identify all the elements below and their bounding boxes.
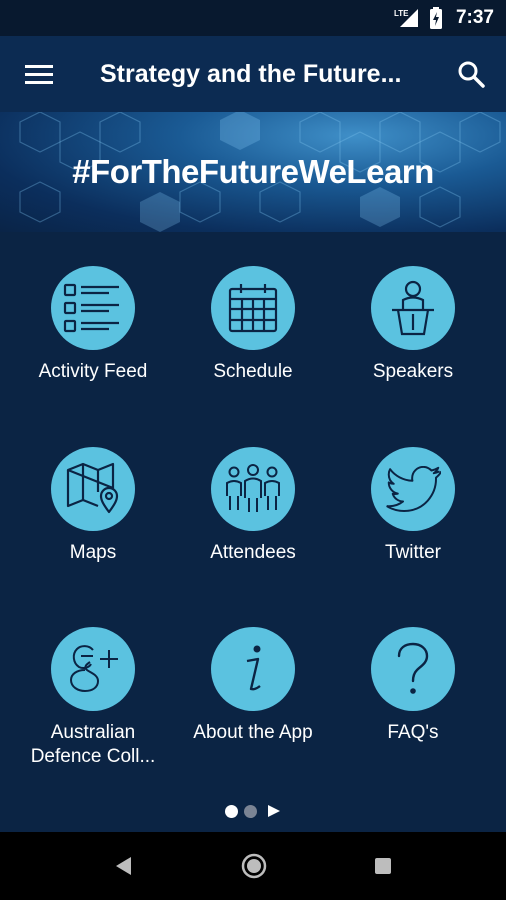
status-bar: LTE 7:37 (0, 0, 506, 36)
tile-label: Attendees (210, 542, 296, 563)
tile-about-the-app[interactable]: About the App (173, 627, 333, 797)
hamburger-menu-icon (25, 65, 53, 84)
calendar-icon (228, 284, 278, 333)
page-indicator (0, 800, 506, 822)
tile-circle (211, 627, 295, 711)
tile-schedule[interactable]: Schedule (173, 266, 333, 436)
tile-twitter[interactable]: Twitter (333, 447, 493, 617)
tile-google-plus[interactable]: Australian Defence Coll... (13, 627, 173, 797)
system-navigation-bar (0, 832, 506, 900)
tile-circle (51, 266, 135, 350)
lte-signal-icon: LTE (394, 9, 418, 27)
page-dot-active[interactable] (225, 804, 238, 818)
tile-speakers[interactable]: Speakers (333, 266, 493, 436)
google-plus-icon (69, 645, 118, 693)
tile-circle (211, 266, 295, 350)
tile-attendees[interactable]: Attendees (173, 447, 333, 617)
tile-label: About the App (193, 722, 313, 743)
attendees-icon (226, 464, 280, 512)
banner-hashtag: #ForTheFutureWeLearn (72, 153, 434, 190)
recent-apps-icon[interactable] (373, 856, 393, 876)
page-title: Strategy and the Future... (100, 59, 402, 88)
info-icon (246, 645, 261, 691)
tile-label: Activity Feed (38, 361, 148, 382)
battery-charging-icon (429, 7, 442, 29)
tile-faqs[interactable]: FAQ's (333, 627, 493, 797)
home-icon[interactable] (240, 852, 268, 880)
tile-activity-feed[interactable]: Activity Feed (13, 266, 173, 436)
search-icon (458, 61, 485, 88)
app-bar: Strategy and the Future... (0, 36, 506, 112)
tile-label: Schedule (213, 361, 293, 382)
menu-button[interactable] (0, 36, 78, 112)
tile-label: Australian Defence Coll... (30, 722, 156, 767)
map-icon (66, 462, 119, 514)
question-mark-icon (397, 642, 429, 694)
speaker-podium-icon (392, 280, 434, 336)
back-icon[interactable] (113, 855, 135, 877)
page-dot[interactable] (244, 804, 257, 818)
tile-circle (51, 447, 135, 531)
tile-label: Speakers (372, 361, 454, 382)
search-button[interactable] (436, 36, 506, 112)
hero-banner: #ForTheFutureWeLearn (0, 112, 506, 232)
tile-label: Twitter (385, 542, 441, 563)
tile-circle (371, 627, 455, 711)
status-time: 7:37 (455, 7, 494, 28)
tile-label: Maps (69, 542, 117, 563)
tile-maps[interactable]: Maps (13, 447, 173, 617)
tile-circle (371, 447, 455, 531)
twitter-bird-icon (386, 466, 441, 512)
tile-circle (51, 627, 135, 711)
activity-feed-icon (63, 283, 119, 333)
svg-text:LTE: LTE (394, 9, 409, 18)
tile-label: FAQ's (387, 722, 439, 743)
next-page-arrow-icon[interactable] (267, 804, 281, 818)
tile-circle (211, 447, 295, 531)
tile-circle (371, 266, 455, 350)
